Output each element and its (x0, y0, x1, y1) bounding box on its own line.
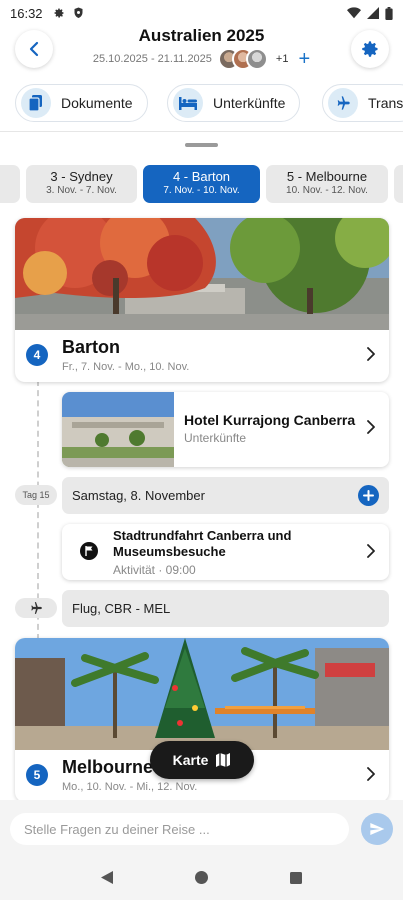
activity-title: Stadtrundfahrt Canberra und Museumsbesuc… (113, 528, 292, 559)
stop-tab-barton[interactable]: 4 - Barton 7. Nov. - 10. Nov. (143, 165, 260, 203)
chip-transport[interactable]: Trans (322, 84, 403, 122)
bed-icon (173, 88, 203, 118)
chip-label: Unterkünfte (213, 95, 286, 111)
nav-recents-icon[interactable] (289, 871, 303, 885)
stop-name: 3 - Sydney (50, 169, 113, 184)
divider (0, 131, 403, 132)
stop-tab-partial[interactable] (394, 165, 403, 203)
stop-dates: 7. Nov. - 10. Nov. (163, 185, 240, 196)
chip-accommodations[interactable]: Unterkünfte (167, 84, 301, 122)
activity-subtitle: Aktivität · 09:00 (113, 563, 196, 577)
accommodation-name: Hotel Kurrajong Canberra (184, 412, 356, 428)
add-member-icon[interactable]: + (298, 49, 310, 69)
trip-date-range: 25.10.2025 - 21.11.2025 (92, 53, 212, 65)
add-activity-button[interactable] (358, 485, 379, 506)
destination-card-barton[interactable]: 4 Barton Fr., 7. Nov. - Mo., 10. Nov. (15, 218, 389, 382)
chevron-right-icon (367, 420, 375, 434)
stop-dates: 10. Nov. - 12. Nov. (286, 185, 368, 196)
day-number-tag: Tag 15 (15, 485, 57, 505)
stop-number-badge: 4 (26, 344, 48, 366)
flag-icon (80, 542, 98, 560)
chevron-right-icon (367, 544, 375, 558)
destination-info: 4 Barton Fr., 7. Nov. - Mo., 10. Nov. (15, 330, 389, 382)
chip-label: Trans (368, 95, 403, 111)
destination-photo (15, 218, 389, 330)
map-button-label: Karte (172, 752, 209, 768)
page-title: Australien 2025 (138, 26, 265, 45)
stop-tab-partial[interactable] (0, 165, 20, 203)
settings-status-icon (54, 8, 64, 18)
stop-number-badge: 5 (26, 764, 48, 786)
chip-documents[interactable]: Dokumente (15, 84, 148, 122)
destination-photo (15, 638, 389, 750)
document-icon (21, 88, 51, 118)
plane-icon (328, 88, 358, 118)
day-header[interactable]: Samstag, 8. November (62, 477, 389, 514)
settings-button[interactable] (351, 30, 389, 68)
stops-scroller: 3 - Sydney 3. Nov. - 7. Nov. 4 - Barton … (0, 165, 403, 203)
hotel-photo (62, 392, 174, 467)
accommodation-card[interactable]: Hotel Kurrajong Canberra Unterkünfte (62, 392, 389, 467)
category-chips: Dokumente Unterkünfte Trans (0, 84, 403, 122)
plane-icon (31, 602, 42, 614)
system-nav-bar (0, 855, 403, 900)
shield-status-icon (74, 7, 83, 18)
trip-meta: 25.10.2025 - 21.11.2025 +1 + (0, 48, 403, 70)
chat-bar (0, 800, 403, 855)
extra-members-count: +1 (275, 53, 289, 65)
destination-dates: Fr., 7. Nov. - Mo., 10. Nov. (62, 361, 190, 373)
nav-home-icon[interactable] (194, 870, 209, 885)
transport-label: Flug, CBR - MEL (72, 601, 171, 616)
wifi-icon (347, 7, 361, 19)
trip-header: Australien 2025 25.10.2025 - 21.11.2025 … (0, 26, 403, 78)
signal-icon (367, 7, 379, 19)
chevron-left-icon (29, 41, 39, 57)
back-button[interactable] (15, 30, 53, 68)
chevron-right-icon (367, 767, 375, 781)
stop-tab-melbourne[interactable]: 5 - Melbourne 10. Nov. - 12. Nov. (266, 165, 388, 203)
nav-back-icon[interactable] (100, 870, 114, 885)
destination-dates: Mo., 10. Nov. - Mi., 12. Nov. (62, 781, 198, 793)
chat-input[interactable] (10, 813, 349, 845)
status-bar: 16:32 (0, 0, 403, 26)
destination-name: Barton (62, 337, 120, 357)
accommodation-type: Unterkünfte (184, 431, 247, 445)
stop-tab-sydney[interactable]: 3 - Sydney 3. Nov. - 7. Nov. (26, 165, 137, 203)
stop-name: 5 - Melbourne (286, 169, 368, 184)
battery-icon (385, 6, 393, 20)
stop-name: 4 - Barton (172, 169, 231, 184)
plus-icon (363, 490, 374, 501)
status-time: 16:32 (10, 5, 43, 21)
avatar (245, 48, 268, 70)
destination-name: Melbourne (62, 757, 154, 777)
day-label: Samstag, 8. November (72, 488, 205, 503)
chevron-right-icon (367, 347, 375, 361)
send-icon (370, 823, 385, 835)
activity-card[interactable]: Stadtrundfahrt Canberra und Museumsbesuc… (62, 524, 389, 580)
transport-item[interactable]: Flug, CBR - MEL (62, 590, 389, 627)
chip-label: Dokumente (61, 95, 133, 111)
map-icon (216, 753, 231, 767)
gear-icon (362, 41, 378, 57)
stop-dates: 3. Nov. - 7. Nov. (46, 185, 117, 196)
map-button[interactable]: Karte (150, 741, 254, 779)
transport-tag (15, 598, 57, 618)
member-avatars[interactable] (217, 48, 268, 70)
send-button[interactable] (361, 813, 393, 845)
sheet-drag-handle[interactable] (185, 143, 218, 147)
